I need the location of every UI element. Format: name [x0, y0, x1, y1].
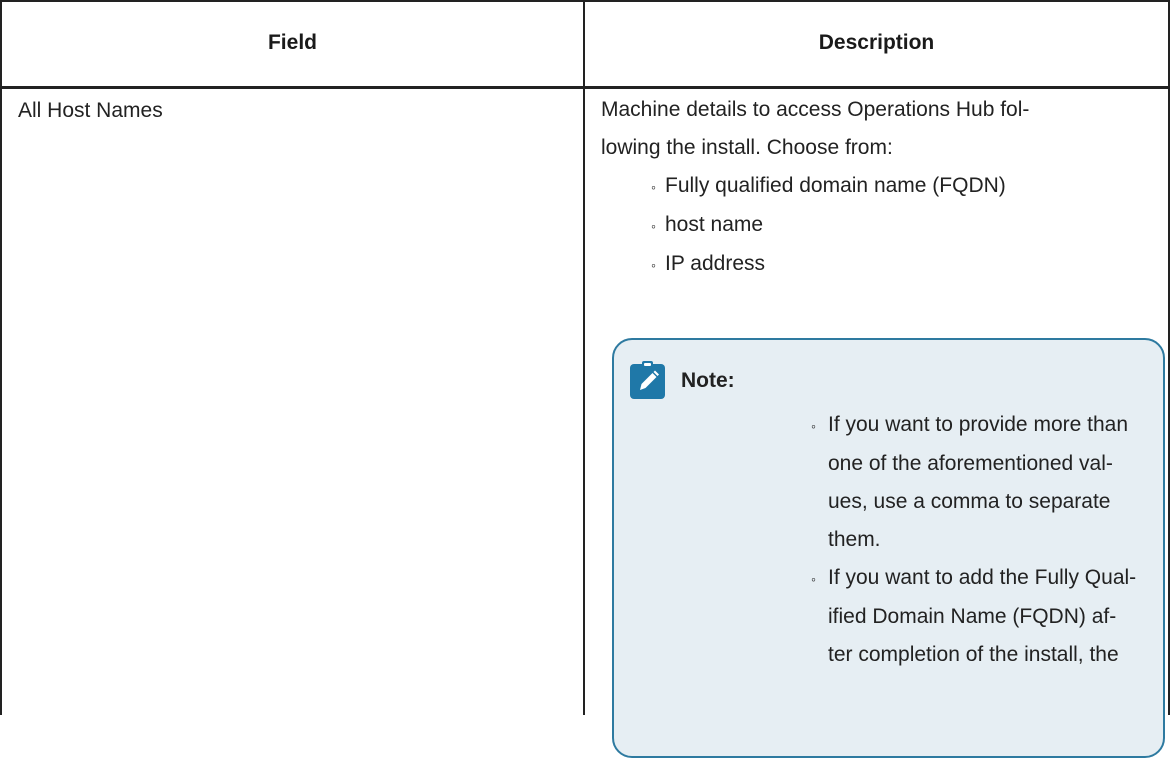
note-title: Note: — [681, 369, 735, 392]
bullet-icon: ◦ — [651, 218, 656, 234]
note-items-list: ◦ If you want to provide more than one of … — [811, 406, 1161, 674]
description-cell: Machine details to access Operations Hub… — [601, 91, 1156, 284]
bullet-icon: ◦ — [651, 257, 656, 273]
table-column-divider — [583, 0, 585, 715]
description-intro-line-2: lowing the install. Choose from: — [601, 136, 893, 159]
description-intro: Machine details to access Operations Hub… — [601, 91, 1156, 167]
bullet-icon: ◦ — [651, 179, 656, 195]
table-border-left — [0, 0, 2, 715]
list-item: ◦ If you want to add the Fully Qual-ified… — [811, 559, 1161, 674]
table-header-divider — [0, 86, 1170, 89]
field-description-table: Field Description All Host Names Machine… — [0, 0, 1170, 758]
list-item: ◦ If you want to provide more than one of … — [811, 406, 1161, 559]
bullet-icon: ◦ — [811, 418, 816, 434]
bullet-icon: ◦ — [811, 571, 816, 587]
column-header-field: Field — [267, 31, 317, 54]
list-item: ◦ host name — [651, 206, 1156, 245]
field-cell-all-host-names: All Host Names — [18, 99, 163, 122]
list-item: ◦ IP address — [651, 245, 1156, 284]
host-name-options-list: ◦ Fully qualified domain name (FQDN) ◦ hos… — [601, 167, 1156, 284]
description-intro-line-1: Machine details to access Operations Hub… — [601, 98, 1030, 121]
pencil-note-icon — [630, 361, 665, 399]
list-item: ◦ Fully qualified domain name (FQDN) — [651, 167, 1156, 206]
column-header-description: Description — [818, 31, 935, 54]
